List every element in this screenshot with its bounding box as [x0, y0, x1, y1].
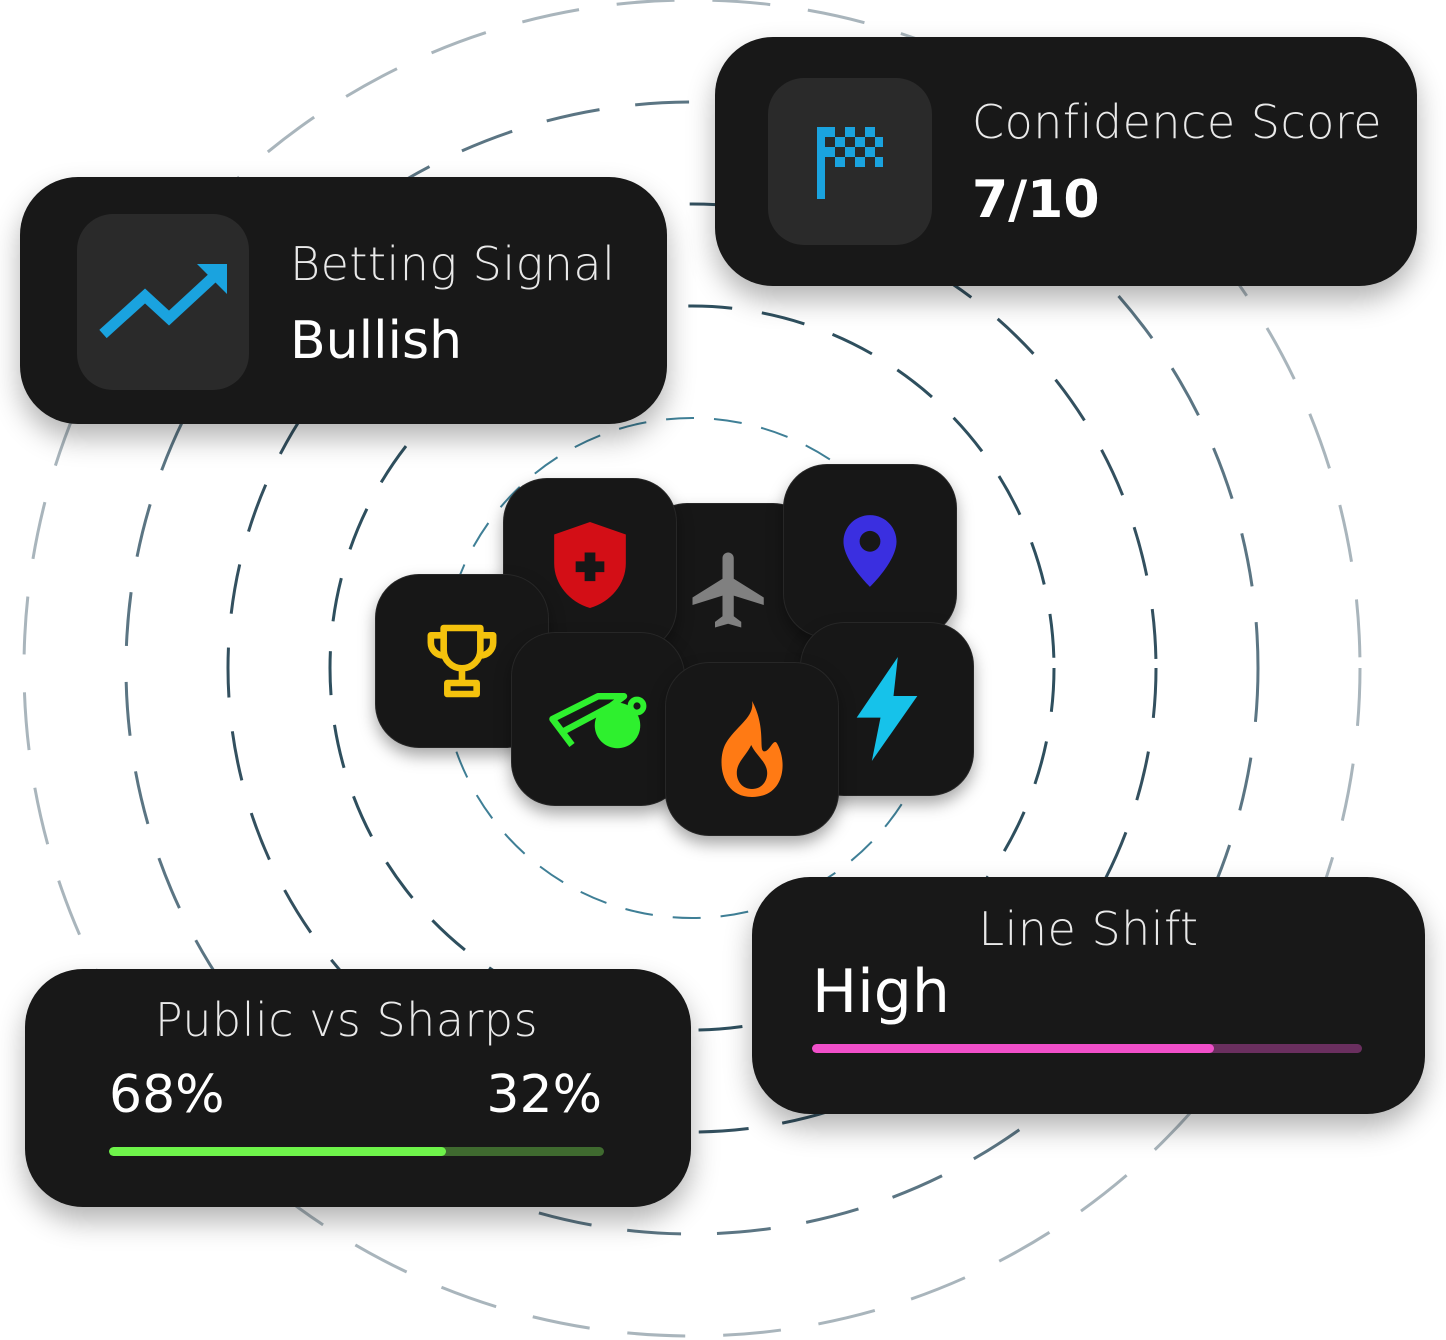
flame-icon	[721, 701, 783, 797]
betting-signal-label: Betting Signal	[290, 237, 616, 291]
betting-signal-card: Betting Signal Bullish	[20, 177, 667, 424]
public-percentage: 68%	[109, 1065, 225, 1125]
public-vs-sharps-card: Public vs Sharps 68% 32%	[25, 969, 691, 1207]
checkered-flag-icon	[817, 126, 883, 199]
app-tile-location-pin[interactable]	[783, 464, 957, 638]
line-shift-level-fill	[812, 1044, 1214, 1053]
line-shift-value: High	[812, 957, 950, 1027]
line-shift-bar	[812, 1044, 1362, 1053]
betting-signal-value: Bullish	[290, 311, 463, 371]
app-tile-whistle[interactable]	[511, 632, 685, 806]
confidence-score-card: Confidence Score 7/10	[715, 37, 1417, 286]
trophy-icon	[427, 624, 497, 698]
whistle-icon	[549, 693, 647, 749]
location-pin-icon	[843, 515, 897, 587]
confidence-score-label: Confidence Score	[972, 95, 1383, 149]
betting-signal-icon-tile	[77, 214, 249, 390]
signal-graphic: Betting Signal Bullish Confidence Score …	[0, 0, 1446, 1340]
medical-shield-icon	[554, 522, 626, 608]
confidence-score-icon-tile	[768, 78, 932, 245]
lightning-bolt-icon	[856, 657, 918, 761]
sharps-percentage: 32%	[486, 1065, 602, 1125]
line-shift-card: Line Shift High	[752, 877, 1425, 1114]
line-shift-label: Line Shift	[978, 902, 1199, 956]
trending-up-icon	[99, 264, 227, 339]
public-vs-sharps-bar	[109, 1147, 604, 1156]
app-tile-flame[interactable]	[665, 662, 839, 836]
confidence-score-value: 7/10	[972, 170, 1100, 230]
public-share-fill	[109, 1147, 446, 1156]
public-vs-sharps-label: Public vs Sharps	[154, 993, 539, 1047]
airplane-icon	[692, 552, 764, 628]
